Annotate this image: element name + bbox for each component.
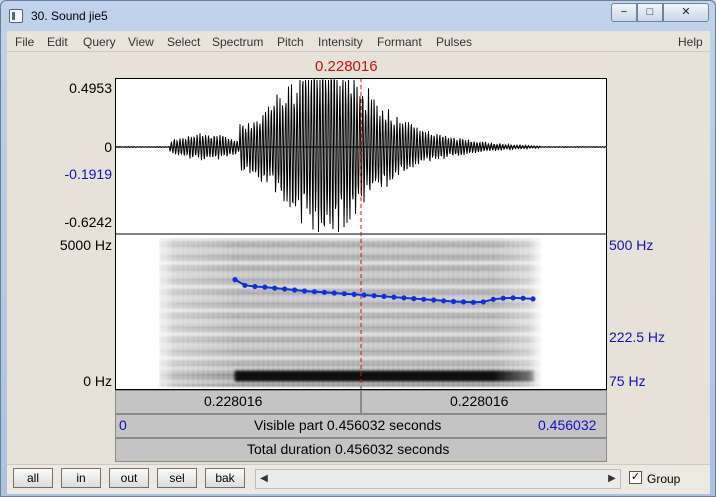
pitch-point-10 — [331, 290, 337, 296]
zoom-out-button[interactable]: out — [109, 468, 149, 488]
pitch-cursor-label: 222.5 Hz — [609, 329, 666, 345]
app-icon — [9, 9, 23, 23]
app-window: 30. Sound jie5 − □ ✕ File Edit Query Vie… — [0, 0, 716, 497]
zoom-in-button[interactable]: in — [61, 468, 101, 488]
pitch-point-6 — [292, 287, 298, 293]
menu-query[interactable]: Query — [83, 35, 116, 49]
menu-spectrum[interactable]: Spectrum — [212, 35, 263, 49]
pitch-point-30 — [530, 296, 536, 302]
pitch-point-23 — [460, 299, 467, 305]
pitch-point-2 — [252, 283, 258, 290]
spectrogram-max-label: 5000 Hz — [59, 237, 112, 253]
zoom-selection-button[interactable]: sel — [157, 468, 197, 488]
menu-bar: File Edit Query View Select Spectrum Pit… — [7, 31, 710, 52]
zoom-all-button[interactable]: all — [13, 468, 53, 488]
cursor-time-label: 0.228016 — [315, 58, 378, 75]
menu-help[interactable]: Help — [678, 35, 703, 49]
bottom-toolbar: all in out sel bak ◀ ▶ ✓ Group — [7, 464, 710, 494]
pitch-point-14 — [371, 293, 377, 299]
pitch-point-12 — [351, 291, 357, 297]
menu-file[interactable]: File — [15, 35, 34, 49]
pitch-point-16 — [391, 294, 397, 300]
visible-start-time: 0 — [119, 417, 127, 433]
pitch-point-26 — [490, 296, 496, 302]
menu-intensity[interactable]: Intensity — [318, 35, 363, 49]
visible-end-time: 0.456032 — [538, 417, 597, 433]
waveform-min-label: -0.6242 — [64, 214, 112, 230]
menu-view[interactable]: View — [128, 35, 154, 49]
close-button[interactable]: ✕ — [663, 3, 709, 22]
visible-part-label: Visible part 0.456032 seconds — [254, 417, 442, 433]
left-segment-duration: 0.228016 — [204, 393, 263, 409]
menu-select[interactable]: Select — [167, 35, 200, 49]
visible-part-bar[interactable]: 0 Visible part 0.456032 seconds 0.456032 — [115, 414, 607, 438]
pitch-point-24 — [470, 299, 476, 305]
pitch-point-17 — [401, 295, 407, 301]
group-label: Group — [647, 472, 681, 486]
pitch-point-25 — [480, 299, 486, 305]
pitch-point-11 — [341, 291, 347, 297]
pitch-point-9 — [321, 289, 327, 295]
waveform-zero-label: 0 — [104, 139, 112, 155]
pitch-point-19 — [421, 296, 427, 302]
pitch-point-21 — [441, 298, 447, 304]
editor-area: 0.228016 0.4953 0 -0.1919 -0.6242 5000 H… — [7, 52, 710, 464]
scroll-right-icon[interactable]: ▶ — [604, 470, 620, 488]
pitch-min-label: 75 Hz — [609, 373, 646, 389]
menu-pulses[interactable]: Pulses — [436, 35, 472, 49]
pitch-point-1 — [242, 282, 248, 288]
window-title: 30. Sound jie5 — [31, 9, 108, 23]
pitch-point-18 — [411, 296, 417, 302]
total-duration-bar[interactable]: Total duration 0.456032 seconds — [115, 438, 607, 462]
right-segment-duration: 0.228016 — [450, 393, 509, 409]
pitch-point-29 — [520, 295, 526, 301]
pitch-point-27 — [500, 295, 506, 301]
pitch-point-28 — [510, 295, 516, 301]
pitch-point-3 — [262, 284, 268, 290]
pitch-max-label: 500 Hz — [609, 237, 654, 253]
menu-pitch[interactable]: Pitch — [277, 35, 304, 49]
group-checkbox[interactable]: ✓ — [629, 471, 642, 484]
maximize-button[interactable]: □ — [637, 3, 663, 22]
menu-formant[interactable]: Formant — [377, 35, 422, 49]
waveform-max-label: 0.4953 — [69, 80, 112, 96]
pitch-point-13 — [361, 292, 367, 298]
title-bar[interactable]: 30. Sound jie5 − □ ✕ — [1, 1, 715, 31]
selection-left-bar[interactable]: 0.228016 — [115, 390, 361, 414]
horizontal-scrollbar[interactable]: ◀ ▶ — [255, 469, 621, 489]
spectrogram-min-label: 0 Hz — [83, 373, 112, 389]
minimize-button[interactable]: − — [611, 3, 637, 22]
pitch-point-5 — [282, 286, 288, 292]
waveform-cursor-value-label: -0.1919 — [64, 166, 112, 182]
selection-right-bar[interactable]: 0.228016 — [361, 390, 607, 414]
pitch-point-20 — [431, 297, 437, 303]
pitch-point-0 — [232, 277, 238, 283]
pitch-point-15 — [381, 293, 387, 299]
menu-edit[interactable]: Edit — [47, 35, 68, 49]
zoom-back-button[interactable]: bak — [205, 468, 245, 488]
pitch-point-8 — [311, 289, 318, 295]
pitch-point-4 — [272, 285, 278, 291]
pitch-point-7 — [301, 288, 308, 294]
total-duration-label: Total duration 0.456032 seconds — [247, 441, 450, 457]
pitch-point-22 — [450, 298, 457, 305]
scroll-left-icon[interactable]: ◀ — [256, 470, 272, 488]
signal-panel[interactable] — [115, 78, 607, 390]
